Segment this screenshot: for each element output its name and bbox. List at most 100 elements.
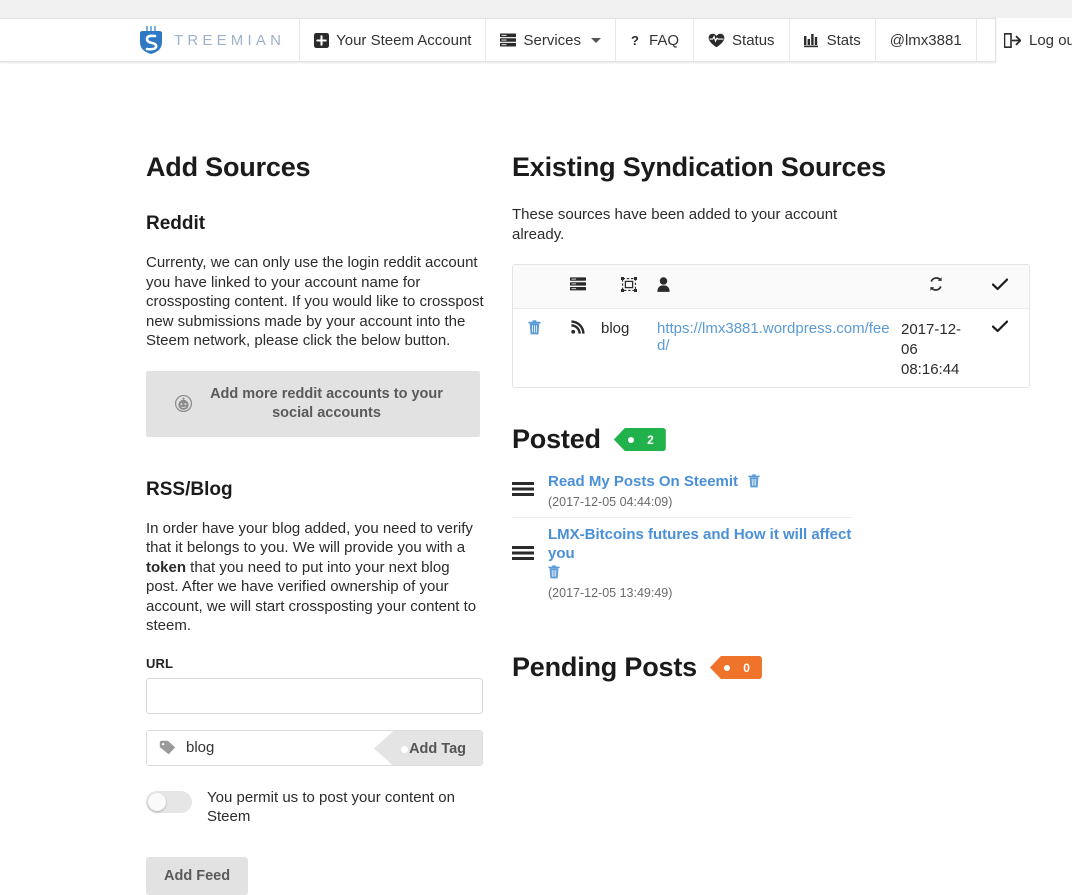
posted-badge-dot xyxy=(627,436,634,443)
row-url-link[interactable]: https://lmx3881.wordpress.com/feed/ xyxy=(657,320,890,354)
reddit-section-body: Currenty, we can only use the login redd… xyxy=(146,254,484,349)
logout-button[interactable]: Log out xyxy=(990,18,1072,62)
post-main: LMX-Bitcoins futures and How it will aff… xyxy=(548,525,852,600)
server-list-icon xyxy=(570,277,586,291)
pending-badge-count: 0 xyxy=(743,660,750,675)
add-feed-button[interactable]: Add Feed xyxy=(146,856,249,895)
reddit-icon xyxy=(174,395,192,412)
main-navbar: TREEMIAN Your Steem Account Services ? F… xyxy=(0,18,996,62)
plus-square-icon xyxy=(314,32,330,48)
server-icon xyxy=(500,33,517,47)
page-title: Add Sources xyxy=(146,152,311,182)
post-title-link[interactable]: Read My Posts On Steemit xyxy=(548,473,738,490)
rss-icon xyxy=(571,320,585,334)
add-reddit-accounts-button[interactable]: Add more reddit accounts to your social … xyxy=(146,370,480,437)
check-icon xyxy=(992,278,1008,291)
object-group-icon xyxy=(621,277,637,292)
browser-top-strip xyxy=(0,0,1072,18)
rss-section-body: In order have your blog added, you need … xyxy=(146,519,486,636)
treemian-logo-icon xyxy=(138,25,164,55)
header-cell-refresh xyxy=(901,276,971,298)
nav-label-your-steem-account: Your Steem Account xyxy=(336,31,472,49)
posted-heading-row: Posted 2 xyxy=(512,424,1032,455)
post-main: Read My Posts On Steemit (2017-12-05 04:… xyxy=(548,472,852,509)
add-sources-column: Add Sources Reddit Currenty, we can only… xyxy=(146,152,486,895)
nav-services[interactable]: Services xyxy=(486,19,617,61)
question-icon: ? xyxy=(630,33,642,48)
permission-toggle-label: You permit us to post your content on St… xyxy=(207,788,455,826)
nav-label-faq: FAQ xyxy=(649,31,680,49)
nav-your-steem-account[interactable]: Your Steem Account xyxy=(300,19,487,61)
posted-badge-count: 2 xyxy=(647,432,654,447)
row-verified-cell xyxy=(971,320,1029,338)
list-item: Read My Posts On Steemit (2017-12-05 04:… xyxy=(512,465,852,518)
rss-section-heading: RSS/Blog xyxy=(146,478,233,500)
refresh-icon xyxy=(928,276,944,292)
trash-icon[interactable] xyxy=(527,320,541,335)
pending-badge-dot xyxy=(723,664,730,671)
tag-value: blog xyxy=(186,739,215,756)
navbar-left-spacer xyxy=(0,19,138,61)
header-cell-verified xyxy=(971,278,1029,296)
row-name-cell: blog xyxy=(601,320,630,337)
rss-body-part1: In order have your blog added, you need … xyxy=(146,519,473,557)
existing-sources-title: Existing Syndication Sources xyxy=(512,152,886,182)
pending-heading: Pending Posts xyxy=(512,652,697,682)
sources-table-header xyxy=(513,265,1029,309)
toggle-knob xyxy=(148,792,166,811)
sign-out-icon xyxy=(1004,32,1021,48)
reddit-section-heading: Reddit xyxy=(146,213,206,234)
existing-sources-subtitle: These sources have been added to your ac… xyxy=(512,206,838,243)
rss-body-token: token xyxy=(146,558,187,576)
pending-heading-row: Pending Posts 0 xyxy=(512,652,1032,683)
rss-body-part2: that you need to put into your next blog… xyxy=(146,558,477,635)
header-cell-type xyxy=(555,277,601,296)
header-cell-url xyxy=(657,277,901,296)
nav-label-services: Services xyxy=(523,31,582,49)
pending-count-badge: 0 xyxy=(709,656,762,679)
posted-list: Read My Posts On Steemit (2017-12-05 04:… xyxy=(512,465,852,608)
table-row: blog https://lmx3881.wordpress.com/feed/… xyxy=(513,309,1029,387)
add-tag-button[interactable]: Add Tag xyxy=(374,730,482,765)
heartbeat-icon xyxy=(708,33,725,48)
permission-toggle-row: You permit us to post your content on St… xyxy=(146,788,486,827)
logout-label: Log out xyxy=(1029,31,1072,49)
sources-table: blog https://lmx3881.wordpress.com/feed/… xyxy=(512,264,1030,388)
row-type-cell xyxy=(555,320,601,339)
list-item: LMX-Bitcoins futures and How it will aff… xyxy=(512,518,852,608)
url-field-label: URL xyxy=(146,655,174,671)
add-tag-label: Add Tag xyxy=(409,740,466,757)
check-icon xyxy=(992,320,1008,333)
add-tag-hole xyxy=(401,745,408,753)
post-title-link[interactable]: LMX-Bitcoins futures and How it will aff… xyxy=(548,526,851,562)
posted-count-badge: 2 xyxy=(613,428,666,451)
chevron-down-icon xyxy=(591,37,602,43)
nav-stats[interactable]: Stats xyxy=(790,19,876,61)
tag-icon xyxy=(159,740,176,755)
bar-chart-icon xyxy=(803,33,820,48)
nav-label-stats: Stats xyxy=(826,31,861,49)
svg-text:?: ? xyxy=(631,33,639,48)
row-date-cell: 2017-12-06 08:16:44 xyxy=(901,321,962,378)
posted-heading: Posted xyxy=(512,424,601,454)
nav-account-username[interactable]: @lmx3881 xyxy=(876,19,977,61)
row-delete-cell[interactable] xyxy=(513,320,555,340)
post-date: (2017-12-05 13:49:49) xyxy=(548,586,673,600)
trash-icon[interactable] xyxy=(747,474,760,493)
nav-label-username: @lmx3881 xyxy=(889,31,962,49)
tag-input-row[interactable]: blog Add Tag xyxy=(146,729,483,766)
drag-handle-icon[interactable] xyxy=(512,545,534,561)
url-input[interactable] xyxy=(146,677,483,714)
nav-label-status: Status xyxy=(732,31,775,49)
brand-logo-link[interactable]: TREEMIAN xyxy=(138,19,301,61)
post-date: (2017-12-05 04:44:09) xyxy=(548,495,673,509)
row-url-cell: https://lmx3881.wordpress.com/feed/ xyxy=(657,320,901,354)
drag-handle-icon[interactable] xyxy=(512,481,534,497)
existing-sources-column: Existing Syndication Sources These sourc… xyxy=(512,152,1032,693)
nav-status[interactable]: Status xyxy=(694,19,790,61)
nav-faq[interactable]: ? FAQ xyxy=(616,19,695,61)
page-content: Add Sources Reddit Currenty, we can only… xyxy=(0,62,1072,895)
user-icon xyxy=(657,277,670,292)
trash-icon[interactable] xyxy=(548,565,560,579)
permission-toggle[interactable] xyxy=(146,790,192,813)
